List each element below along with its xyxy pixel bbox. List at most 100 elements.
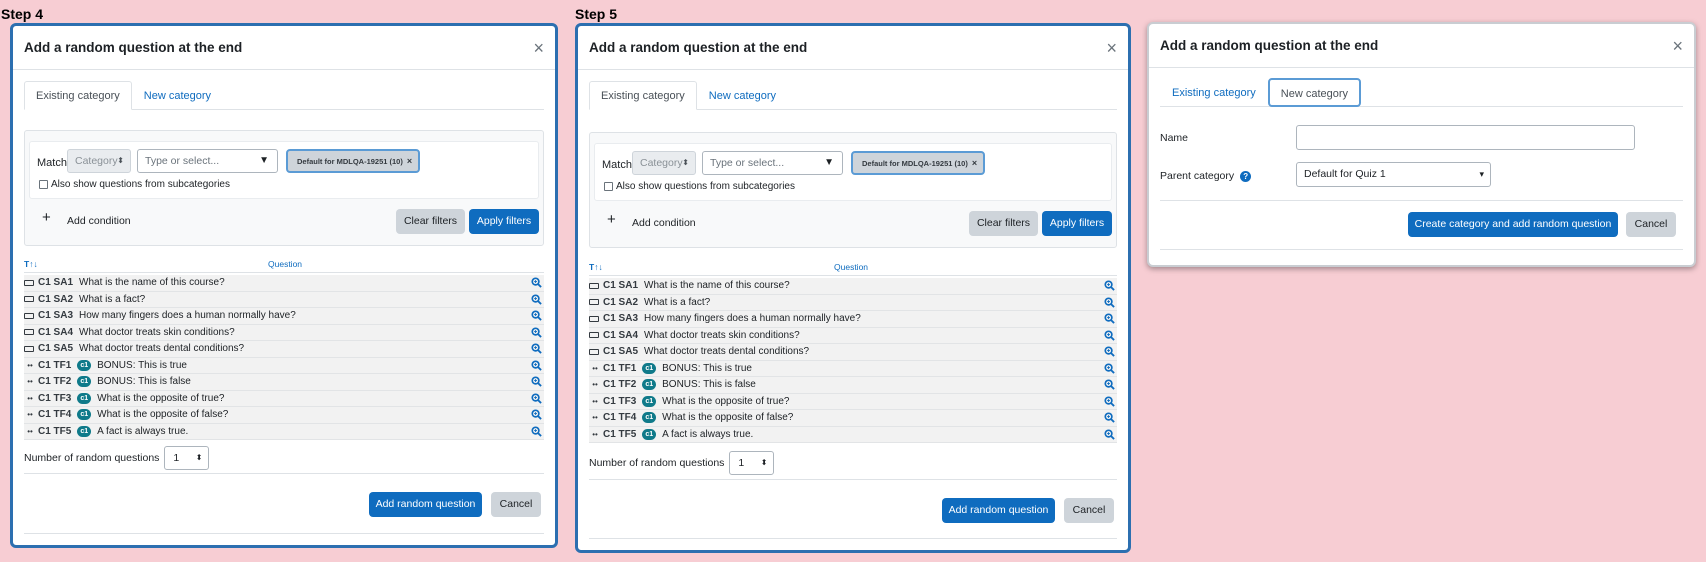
close-icon[interactable]: ×: [1672, 37, 1683, 55]
apply-filters-button[interactable]: Apply filters: [469, 209, 539, 234]
table-row[interactable]: C1 SA2 What is a fact?: [24, 291, 544, 308]
cancel-button[interactable]: Cancel: [491, 492, 541, 517]
category-select-label: Category: [75, 155, 118, 167]
plus-icon[interactable]: +: [42, 209, 51, 226]
table-row[interactable]: •• C1 TF4 c1 What is the opposite of fal…: [589, 410, 1117, 427]
tab-existing-category[interactable]: Existing category: [589, 81, 697, 110]
add-random-question-button[interactable]: Add random question: [942, 498, 1055, 523]
add-condition-button[interactable]: Add condition: [67, 215, 131, 227]
cancel-button[interactable]: Cancel: [1064, 498, 1114, 523]
tab-existing-category[interactable]: Existing category: [1160, 78, 1268, 107]
subcategories-option[interactable]: Also show questions from subcategories: [604, 181, 795, 192]
sort-type-icon[interactable]: T↑↓: [589, 262, 603, 272]
close-icon[interactable]: ×: [1106, 39, 1117, 57]
preview-magnifier-icon[interactable]: [1104, 313, 1115, 327]
create-category-button[interactable]: Create category and add random question: [1408, 212, 1618, 237]
table-row[interactable]: C1 SA1 What is the name of this course?: [24, 275, 544, 292]
divider: [589, 479, 1117, 480]
plus-icon[interactable]: +: [607, 211, 616, 228]
question-name: C1 TF1: [38, 359, 72, 371]
subcategories-option[interactable]: Also show questions from subcategories: [39, 179, 230, 190]
table-row[interactable]: •• C1 TF2 c1 BONUS: This is false: [589, 377, 1117, 394]
preview-magnifier-icon[interactable]: [531, 326, 542, 341]
tab-existing-category[interactable]: Existing category: [24, 81, 132, 110]
question-text: What is the name of this course?: [644, 280, 790, 292]
table-row[interactable]: •• C1 TF3 c1 What is the opposite of tru…: [24, 390, 544, 407]
table-row[interactable]: C1 SA3 How many fingers does a human nor…: [24, 308, 544, 325]
sort-type-icon[interactable]: T↑↓: [24, 259, 38, 269]
apply-filters-button[interactable]: Apply filters: [1042, 211, 1112, 236]
preview-magnifier-icon[interactable]: [531, 277, 542, 291]
table-row[interactable]: C1 SA2 What is a fact?: [589, 294, 1117, 311]
type-or-select-input[interactable]: Type or select... ▼: [137, 149, 278, 173]
help-icon[interactable]: ?: [1240, 170, 1252, 182]
true-false-icon: ••: [27, 393, 33, 403]
tab-new-category[interactable]: New category: [1267, 78, 1362, 107]
question-text: What doctor treats skin conditions?: [79, 326, 235, 338]
filter-panel: Match Category ⬍ Type or select... ▼ Def…: [24, 130, 544, 246]
close-icon[interactable]: ×: [533, 39, 544, 57]
remove-chip-icon[interactable]: ×: [972, 158, 977, 168]
question-column-header[interactable]: Question: [268, 259, 302, 269]
category-select[interactable]: Category ⬍: [632, 151, 696, 175]
table-row[interactable]: C1 SA3 How many fingers does a human nor…: [589, 311, 1117, 328]
tab-new-category[interactable]: New category: [132, 81, 223, 110]
random-count-select[interactable]: 1 ⬍: [164, 446, 210, 470]
name-input[interactable]: [1296, 125, 1635, 150]
preview-magnifier-icon[interactable]: [1104, 395, 1115, 410]
remove-chip-icon[interactable]: ×: [407, 156, 412, 166]
preview-magnifier-icon[interactable]: [531, 392, 542, 407]
add-condition-button[interactable]: Add condition: [632, 217, 696, 229]
clear-filters-button[interactable]: Clear filters: [396, 209, 465, 234]
preview-magnifier-icon[interactable]: [1104, 379, 1115, 393]
add-random-question-button[interactable]: Add random question: [369, 492, 482, 517]
parent-category-select[interactable]: Default for Quiz 1 ▾: [1296, 162, 1491, 187]
preview-magnifier-icon[interactable]: [1104, 362, 1115, 377]
true-false-icon: ••: [592, 413, 598, 423]
preview-magnifier-icon[interactable]: [1104, 329, 1115, 344]
question-column-header[interactable]: Question: [834, 262, 868, 272]
table-row[interactable]: C1 SA5 What doctor treats dental conditi…: [24, 341, 544, 358]
cancel-button[interactable]: Cancel: [1626, 212, 1676, 237]
preview-magnifier-icon[interactable]: [531, 343, 542, 357]
preview-magnifier-icon[interactable]: [531, 359, 542, 374]
random-count-value: 1: [173, 452, 180, 464]
category-chip[interactable]: Default for MDLQA-19251 (10) ×: [286, 149, 421, 173]
table-row[interactable]: •• C1 TF4 c1 What is the opposite of fal…: [24, 407, 544, 424]
preview-magnifier-icon[interactable]: [531, 409, 542, 423]
category-select[interactable]: Category ⬍: [67, 149, 131, 173]
tab-new-category[interactable]: New category: [697, 81, 788, 110]
table-row[interactable]: •• C1 TF3 c1 What is the opposite of tru…: [589, 393, 1117, 410]
type-or-select-input[interactable]: Type or select... ▼: [702, 151, 843, 175]
subcategories-label: Also show questions from subcategories: [616, 181, 795, 192]
table-row[interactable]: C1 SA4 What doctor treats skin condition…: [24, 324, 544, 341]
random-count-row: Number of random questions 1 ⬍: [589, 451, 775, 475]
table-row[interactable]: •• C1 TF5 c1 A fact is always true.: [589, 426, 1117, 443]
question-name: C1 SA4: [38, 326, 74, 338]
table-row[interactable]: •• C1 TF1 c1 BONUS: This is true: [589, 360, 1117, 377]
category-badge: c1: [77, 409, 92, 421]
table-row[interactable]: C1 SA4 What doctor treats skin condition…: [589, 327, 1117, 344]
preview-magnifier-icon[interactable]: [531, 293, 542, 308]
table-row[interactable]: •• C1 TF2 c1 BONUS: This is false: [24, 374, 544, 391]
clear-filters-button[interactable]: Clear filters: [969, 211, 1038, 236]
table-row[interactable]: C1 SA1 What is the name of this course?: [589, 278, 1117, 295]
table-row[interactable]: •• C1 TF1 c1 BONUS: This is true: [24, 357, 544, 374]
preview-magnifier-icon[interactable]: [1104, 346, 1115, 360]
preview-magnifier-icon[interactable]: [531, 376, 542, 390]
subcategories-checkbox[interactable]: [604, 182, 613, 191]
table-row[interactable]: •• C1 TF5 c1 A fact is always true.: [24, 423, 544, 440]
random-count-select[interactable]: 1 ⬍: [729, 451, 775, 475]
preview-magnifier-icon[interactable]: [1104, 280, 1115, 294]
preview-magnifier-icon[interactable]: [531, 310, 542, 324]
preview-magnifier-icon[interactable]: [1104, 412, 1115, 426]
question-text: What doctor treats dental conditions?: [644, 346, 810, 358]
preview-magnifier-icon[interactable]: [531, 425, 542, 440]
type-placeholder: Type or select...: [710, 157, 785, 169]
subcategories-checkbox[interactable]: [39, 180, 48, 189]
preview-magnifier-icon[interactable]: [1104, 428, 1115, 443]
table-row[interactable]: C1 SA5 What doctor treats dental conditi…: [589, 344, 1117, 361]
category-chip[interactable]: Default for MDLQA-19251 (10) ×: [851, 151, 986, 175]
question-name: C1 TF2: [603, 379, 637, 391]
preview-magnifier-icon[interactable]: [1104, 296, 1115, 311]
